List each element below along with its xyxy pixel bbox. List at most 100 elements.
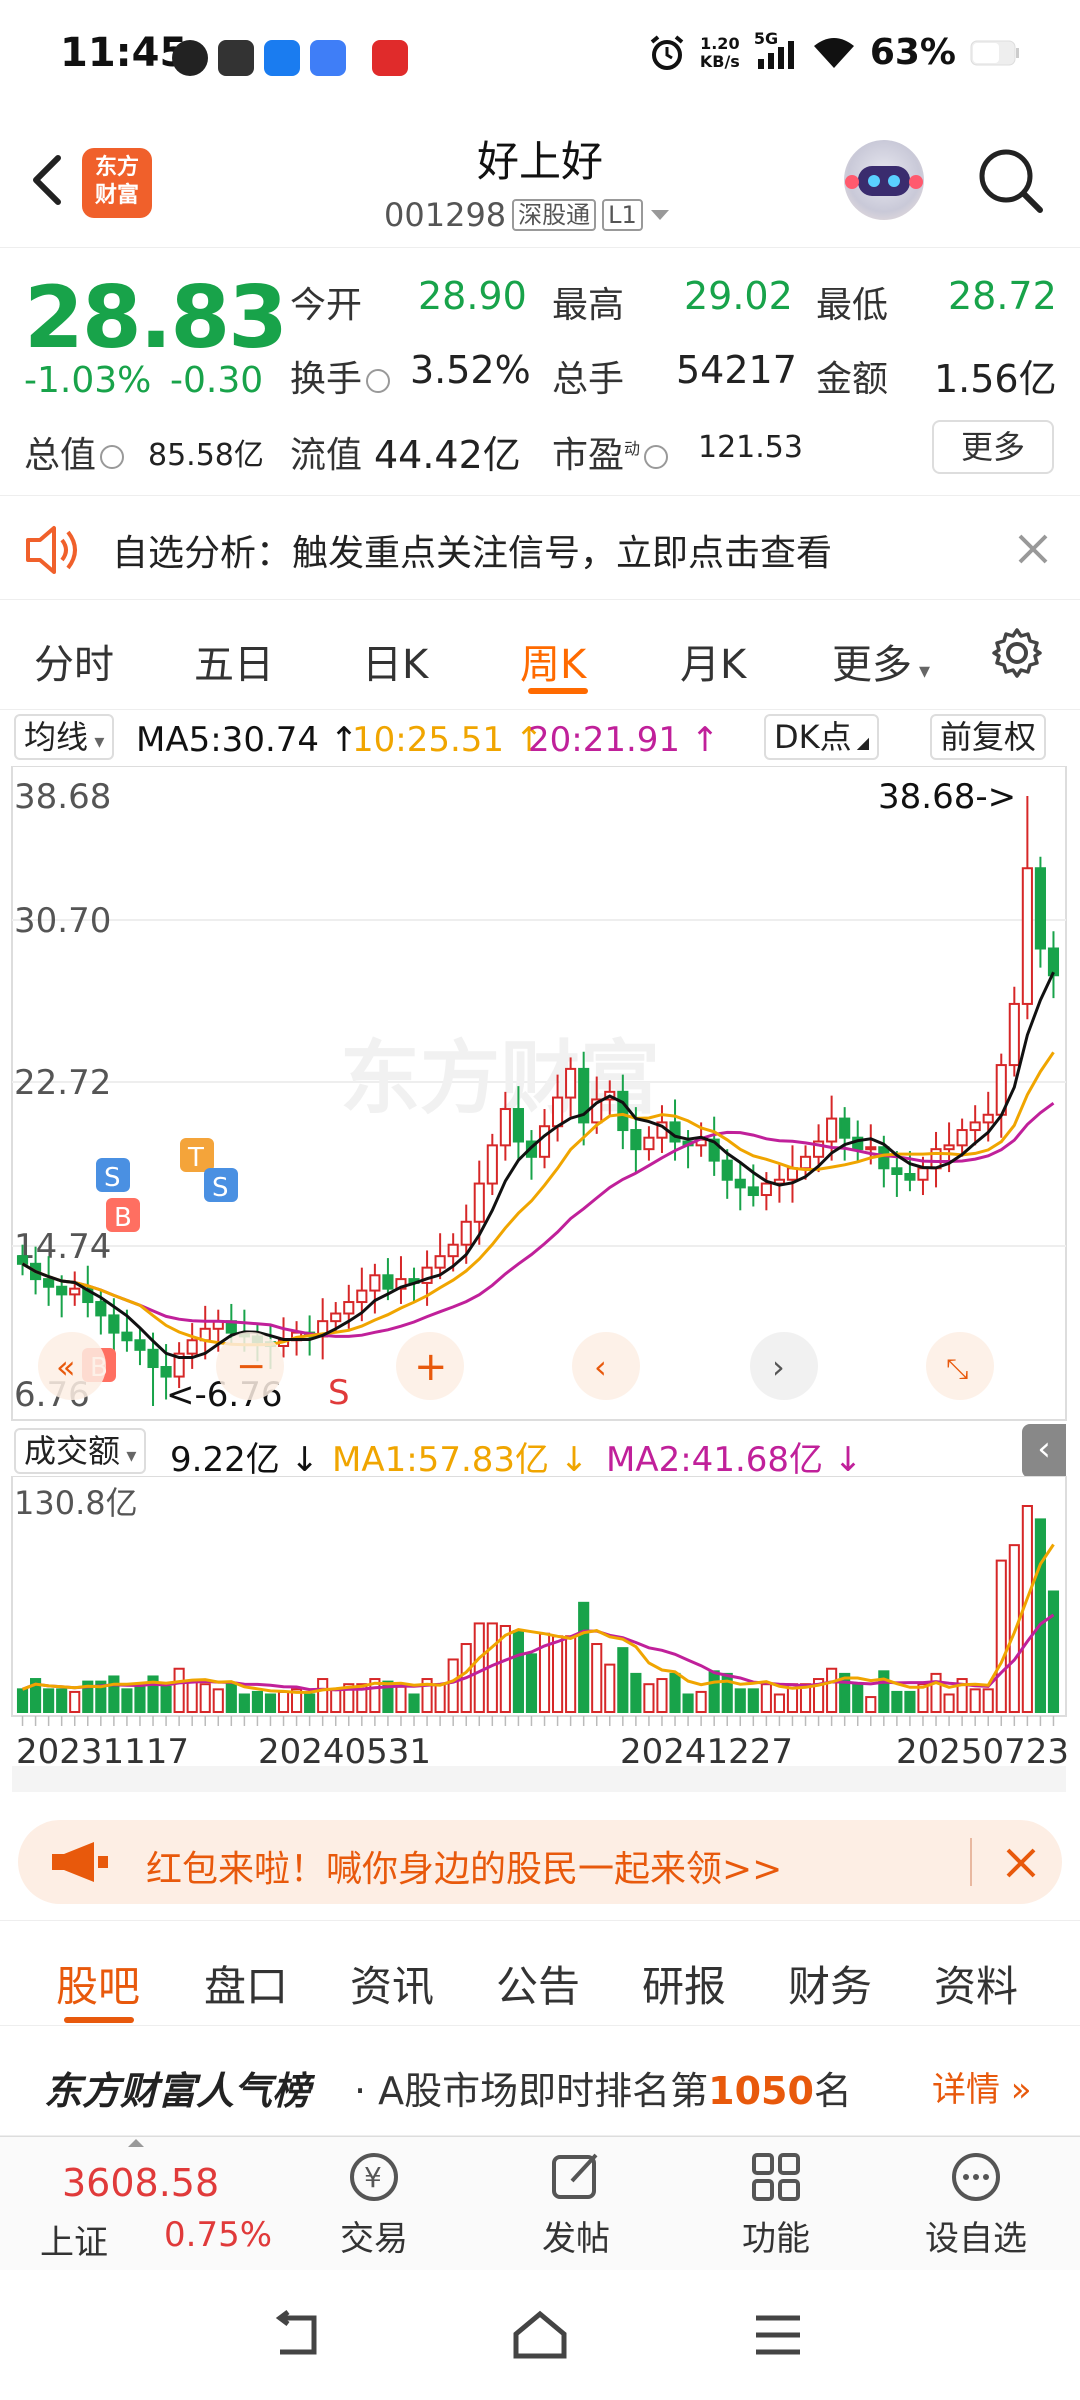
volume-legend: 成交额 ▾ 9.22亿 ↓ MA1:57.83亿 ↓ MA2:41.68亿 ↓ … [0, 1424, 1080, 1480]
tab-weekly[interactable]: 周K [520, 632, 586, 690]
wifi-icon [813, 37, 854, 68]
dk-point-button[interactable]: DK点 ◢ [764, 714, 880, 760]
volume-bar [186, 1680, 198, 1714]
signal-notice[interactable]: 自选分析：触发重点关注信号，立即点击查看 [0, 500, 1080, 600]
popularity-rank[interactable]: 东方财富人气榜 · A股市场即时排名第1050名 详情 » [0, 2026, 1080, 2136]
nav-add-watchlist[interactable]: 设自选 [906, 2147, 1046, 2260]
menu-nav-icon[interactable] [752, 2312, 804, 2358]
svg-text:+: + [414, 1344, 448, 1390]
date-axis [21, 1716, 1055, 1726]
index-value: 3608.58 [62, 2161, 220, 2205]
volume-bar [773, 1693, 785, 1714]
stock-code-row[interactable]: 001298 深股通 L1 [384, 196, 671, 234]
close-icon[interactable] [1004, 1846, 1038, 1880]
dropdown-triangle-icon [650, 210, 669, 220]
mktcap-value: 85.58亿 [148, 438, 264, 473]
back-nav-icon[interactable] [270, 2310, 326, 2360]
more-button[interactable]: 更多 [932, 420, 1054, 474]
system-nav-bar [0, 2270, 1080, 2400]
tab-research[interactable]: 研报 [642, 1953, 726, 2014]
rank-title: 东方财富人气榜 [44, 2069, 311, 2113]
mktcap-label[interactable]: 总值 [24, 426, 128, 478]
candle [356, 1289, 368, 1304]
low-label: 最低 [816, 285, 889, 326]
open-label: 今开 [290, 285, 363, 326]
search-icon[interactable] [976, 146, 1046, 216]
tab-profile[interactable]: 资料 [934, 1953, 1018, 2014]
volume-bar [708, 1670, 720, 1714]
volume-bar [617, 1647, 629, 1713]
tab-more[interactable]: 更多 ▾ [832, 632, 930, 690]
tab-five-day[interactable]: 五日 [194, 632, 274, 690]
nav-functions[interactable]: 功能 [706, 2147, 846, 2260]
volume-bar [56, 1688, 68, 1713]
candle [16, 1255, 29, 1265]
tab-announcements[interactable]: 公告 [496, 1953, 580, 2014]
candle [1021, 867, 1033, 1005]
tab-monthly[interactable]: 月K [680, 632, 746, 690]
bottom-nav: 3608.58 上证 0.75% ¥ 交易 发帖 功能 设自选 [0, 2136, 1080, 2270]
candle [799, 1155, 812, 1170]
grid-icon [752, 2153, 800, 2201]
candle [1008, 1002, 1020, 1067]
volume-bar [408, 1693, 420, 1714]
volume-bar [695, 1690, 707, 1713]
candle [878, 1146, 890, 1170]
volume-bar [852, 1683, 864, 1714]
float-label: 流值 [290, 435, 363, 476]
low-value: 28.72 [948, 274, 1057, 318]
nav-post[interactable]: 发帖 [506, 2147, 646, 2260]
svg-text:¥: ¥ [364, 2161, 382, 2194]
date-tick-1: 20240531 [258, 1732, 432, 1772]
tab-forum[interactable]: 股吧 [56, 1953, 140, 2014]
collapse-panel-button[interactable]: ‹ [1022, 1424, 1066, 1478]
tab-daily[interactable]: 日K [362, 632, 428, 690]
kline-chart[interactable]: 东方财富 38.68 30.70 22.72 14.74 6.76 38.68-… [0, 766, 1080, 1426]
candle [982, 1113, 994, 1124]
volume-selector[interactable]: 成交额 ▾ [14, 1428, 147, 1474]
volume-bar [734, 1688, 746, 1713]
banner-text: 红包来啦！喊你身边的股民一起来领>> [146, 1849, 783, 1890]
candle [943, 1144, 955, 1151]
gear-icon[interactable] [990, 626, 1044, 680]
volume-bar [1047, 1590, 1060, 1713]
candle [839, 1117, 851, 1139]
volume-bar [643, 1683, 655, 1714]
volume-bar [656, 1678, 668, 1713]
ma-selector[interactable]: 均线 ▾ [14, 714, 115, 760]
volume-bar [930, 1672, 942, 1713]
signal-icon: 5G [754, 29, 798, 71]
quote-panel: 28.83 -1.03% -0.30 今开 28.90 最高 29.02 最低 … [0, 250, 1080, 496]
tab-intraday[interactable]: 分时 [34, 632, 114, 690]
adjust-button[interactable]: 前复权 [930, 714, 1047, 760]
volume-bar [317, 1678, 329, 1713]
turnover-label[interactable]: 换手 [290, 350, 394, 402]
volume-bar [578, 1601, 590, 1713]
active-tab-indicator [64, 2017, 134, 2023]
volume-bar [330, 1688, 342, 1713]
red-packet-banner[interactable]: 红包来啦！喊你身边的股民一起来领>> [18, 1820, 1062, 1904]
tab-orderbook[interactable]: 盘口 [204, 1953, 288, 2014]
pe-label[interactable]: 市盈动 [552, 426, 672, 478]
volume-bar [591, 1643, 603, 1714]
tab-news[interactable]: 资讯 [350, 1953, 434, 2014]
alarm-icon [650, 34, 684, 70]
change-percent: -1.03% [24, 360, 152, 401]
svg-text:‹: ‹ [594, 1348, 607, 1386]
candle [382, 1274, 394, 1290]
close-icon[interactable] [1016, 532, 1050, 566]
pe-value: 121.53 [698, 430, 803, 465]
rank-detail-link[interactable]: 详情 » [932, 2062, 1032, 2111]
status-time: 11:45 [60, 30, 188, 76]
assistant-robot-icon[interactable] [844, 140, 924, 220]
volume-bar [969, 1688, 981, 1713]
nav-trade[interactable]: ¥ 交易 [304, 2147, 444, 2260]
price-tick-0: 38.68 [14, 777, 111, 817]
tab-financials[interactable]: 财务 [788, 1953, 872, 2014]
edit-icon [552, 2153, 598, 2199]
volume-bar [277, 1690, 290, 1713]
volume-value: 54217 [676, 348, 797, 392]
home-nav-icon[interactable] [510, 2308, 570, 2362]
volume-bar [43, 1688, 55, 1713]
volume-bar [69, 1690, 81, 1713]
